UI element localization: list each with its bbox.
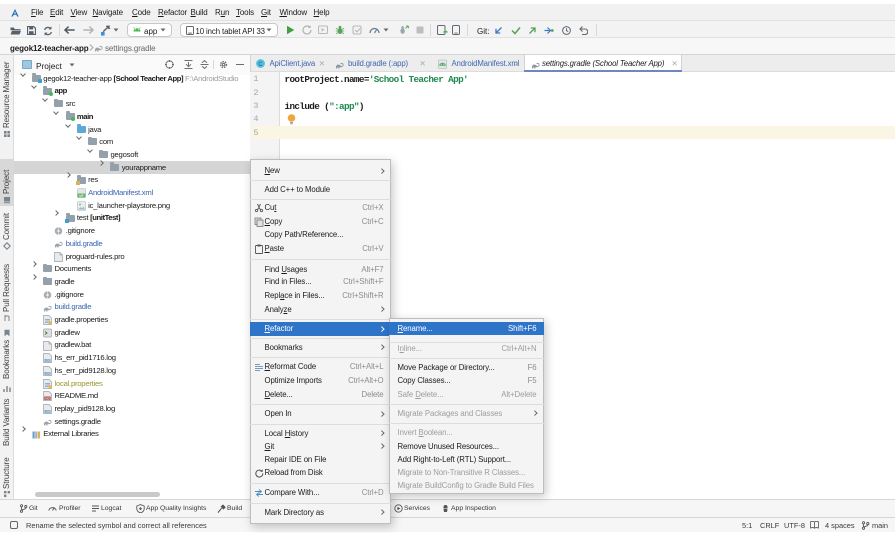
- svg-text:C: C: [258, 61, 263, 68]
